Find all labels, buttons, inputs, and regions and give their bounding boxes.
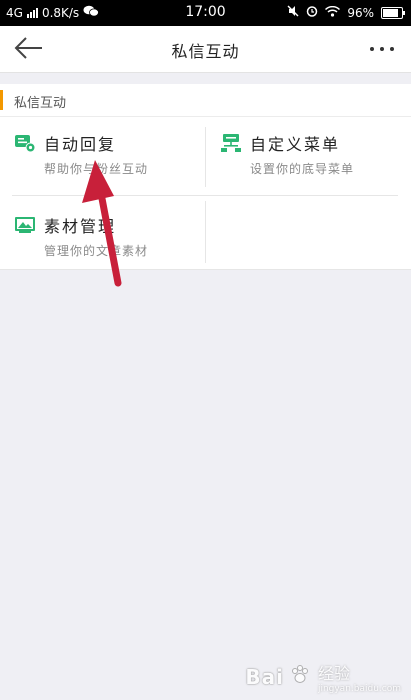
paw-icon: [290, 665, 312, 689]
section-title: 私信互动: [14, 96, 67, 111]
custom-menu-label: 自定义菜单: [250, 135, 341, 154]
watermark-url: jingyan.baidu.com: [317, 684, 401, 694]
alarm-icon: [306, 5, 318, 20]
nav-bar: 私信互动: [0, 26, 411, 73]
section-accent-bar: [0, 90, 3, 110]
watermark-text: 经验: [317, 664, 350, 683]
watermark-logo: Bai: [245, 665, 284, 689]
divider: [12, 195, 398, 196]
page-title: 私信互动: [171, 42, 240, 61]
status-bar: 4G 0.8K/s 17:00 96%: [0, 0, 411, 26]
status-right: 96%: [287, 5, 405, 20]
material-desc: 管理你的文章素材: [44, 244, 149, 258]
material-label: 素材管理: [44, 217, 117, 236]
auto-reply-label: 自动回复: [44, 135, 117, 154]
more-button[interactable]: [365, 36, 399, 62]
feature-grid: 自动回复 帮助你与粉丝互动 自定义菜单 设置你的底导菜单 素材管理 管理你的文章…: [0, 117, 411, 270]
custom-menu-desc: 设置你的底导菜单: [250, 162, 355, 176]
battery-icon: [381, 6, 405, 19]
more-dot-icon: [380, 47, 384, 51]
auto-reply-desc: 帮助你与粉丝互动: [44, 162, 149, 176]
section-header: 私信互动: [0, 84, 411, 117]
wifi-icon: [325, 5, 341, 20]
more-dot-icon: [370, 47, 374, 51]
auto-reply-icon: [14, 133, 36, 153]
divider: [205, 201, 206, 263]
custom-menu-item[interactable]: 自定义菜单 设置你的底导菜单: [206, 117, 411, 192]
mute-icon: [287, 5, 299, 20]
custom-menu-icon: [220, 133, 242, 153]
material-icon: [14, 215, 36, 235]
material-management-item[interactable]: 素材管理 管理你的文章素材: [0, 199, 205, 274]
baidu-watermark: Bai 经验 jingyan.baidu.com: [245, 660, 401, 694]
more-dot-icon: [390, 47, 394, 51]
auto-reply-item[interactable]: 自动回复 帮助你与粉丝互动: [0, 117, 205, 192]
battery-percent: 96%: [347, 5, 374, 20]
